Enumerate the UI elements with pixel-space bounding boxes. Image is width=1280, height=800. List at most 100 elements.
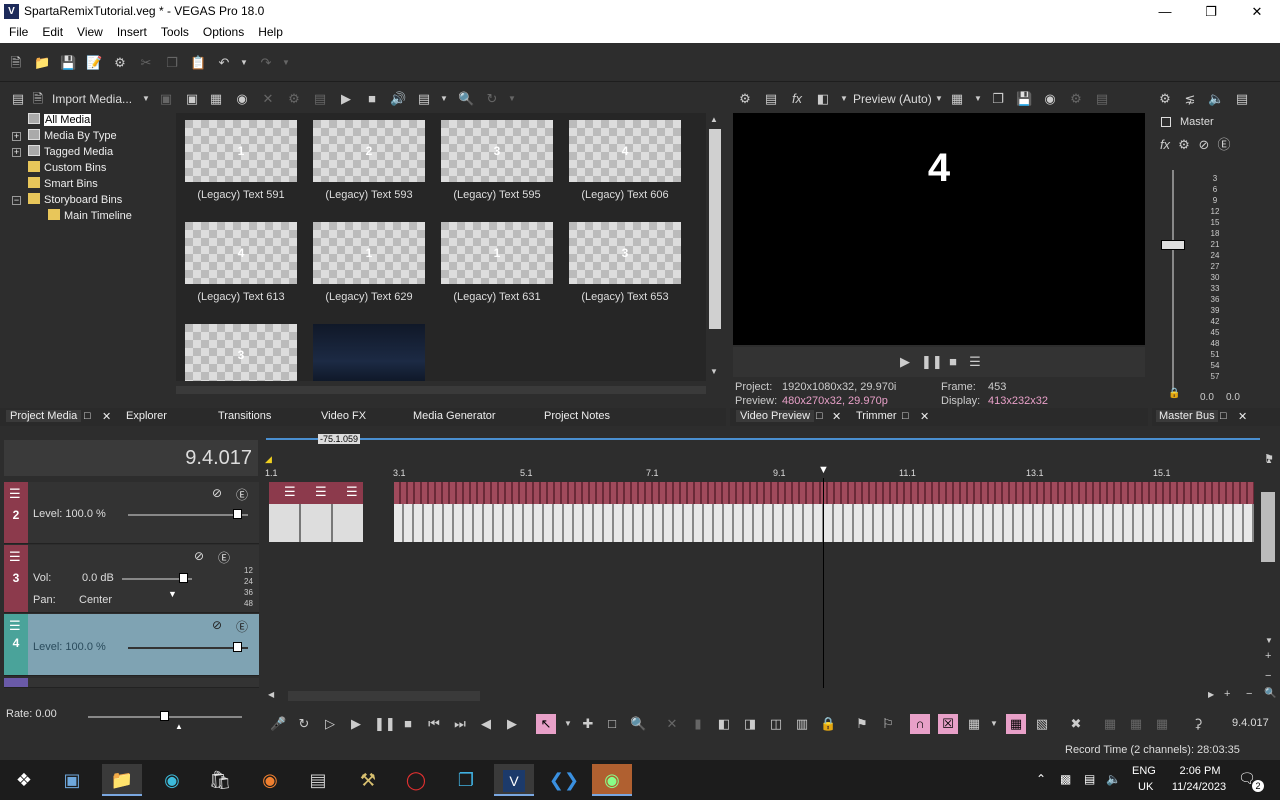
media-thumb[interactable]: 1 (185, 120, 297, 182)
media-thumb[interactable]: 1 (313, 222, 425, 284)
normal-edit-tool-icon[interactable]: ↖ (536, 714, 556, 734)
track-mute-icon[interactable]: ⊘ (212, 618, 222, 632)
search-media-icon[interactable]: 🔍 (458, 91, 474, 107)
close-button[interactable]: ✕ (1234, 0, 1280, 23)
preview-stop-icon[interactable]: ■ (945, 354, 961, 370)
preview-menu-icon[interactable]: ☰ (967, 354, 983, 370)
import-media-button[interactable]: Import Media... (52, 92, 132, 106)
v-scroll-thumb[interactable] (1261, 492, 1275, 562)
lock-icon[interactable]: 🔒 (1168, 388, 1180, 399)
clip-menu-icon[interactable]: ☰ (346, 484, 358, 500)
close-tab-icon[interactable]: ✕ (102, 410, 111, 423)
tree-item-media-by-type[interactable]: Media By Type (28, 128, 117, 144)
undo-icon[interactable]: ↶ (216, 55, 232, 71)
zoom-tool-icon[interactable]: 🔍 (1264, 688, 1276, 699)
open-folder-icon[interactable]: 📁 (34, 55, 50, 71)
zoom-in-horizontal-icon[interactable]: + (1224, 688, 1230, 700)
timeline-timecode[interactable]: 9.4.017 (4, 440, 258, 476)
track-level-knob[interactable] (233, 642, 242, 652)
get-media-web-icon[interactable]: ▦ (208, 91, 224, 107)
insert-marker-icon[interactable]: ⚑ (854, 716, 870, 732)
undo-dropdown-icon[interactable]: ▼ (236, 55, 252, 71)
overlays-grid-icon[interactable]: ▦ (949, 91, 965, 107)
tool-app-icon[interactable]: ⚒ (348, 764, 388, 796)
media-thumb[interactable]: 3 (185, 324, 297, 381)
media-horizontal-scrollbar[interactable] (176, 382, 706, 396)
redo-icon[interactable]: ↷ (258, 55, 274, 71)
scroll-thumb[interactable] (709, 129, 721, 329)
minimize-button[interactable]: — (1142, 0, 1188, 23)
snapping-icon[interactable]: ∩ (910, 714, 930, 734)
undock-icon[interactable]: □ (84, 410, 91, 422)
menu-help[interactable]: Help (251, 23, 290, 43)
views-icon[interactable]: ▤ (416, 91, 432, 107)
h-scroll-thumb[interactable] (176, 386, 706, 394)
refresh-icon[interactable]: ↻ (484, 91, 500, 107)
properties-gear-icon[interactable]: ⚙ (112, 55, 128, 71)
scroll-left-icon[interactable]: ◀ (268, 690, 274, 699)
track-header-2[interactable]: 2 ☰ ⊘ Ⓔ Level: 100.0 % (4, 482, 259, 544)
timeline-tracks-area[interactable]: ☰ ☰ ☰ (264, 478, 1260, 688)
record-icon[interactable]: ◉ (1042, 91, 1058, 107)
media-thumb[interactable]: 4 (185, 222, 297, 284)
track-level-slider[interactable] (128, 514, 248, 516)
windows-start-icon[interactable]: ❖ (4, 764, 44, 796)
loop-playback-icon[interactable]: ↻ (296, 716, 312, 732)
tree-item-custom-bins[interactable]: Custom Bins (28, 160, 106, 176)
dim-output-icon[interactable]: 🔈 (1208, 91, 1224, 107)
zoom-out-vertical-icon[interactable]: − (1265, 670, 1271, 682)
undock-icon[interactable]: □ (1220, 410, 1227, 422)
record-mic-icon[interactable]: 🎤 (270, 716, 286, 732)
track-menu-icon[interactable]: ☰ (9, 618, 21, 634)
timeline-vertical-scrollbar[interactable]: ⚑ ▲ ▼ + − (1260, 452, 1280, 692)
mute-icon[interactable]: ⊘ (1196, 137, 1212, 153)
zoom-out-horizontal-icon[interactable]: − (1246, 688, 1252, 700)
track-menu-icon[interactable]: ☰ (9, 486, 21, 502)
master-settings-gear-icon[interactable]: ⚙ (1157, 91, 1173, 107)
zoom-in-vertical-icon[interactable]: + (1265, 650, 1271, 662)
tab-project-media[interactable]: Project Media (6, 410, 82, 422)
scroll-down-icon[interactable]: ▼ (710, 367, 718, 376)
edge-browser-icon[interactable]: ◉ (152, 764, 192, 796)
copy-snapshot-icon[interactable]: ❐ (990, 91, 1006, 107)
clip-menu-icon[interactable]: ☰ (284, 484, 296, 500)
pan-knob-icon[interactable]: ▼ (168, 589, 177, 599)
media-properties-icon[interactable]: ⚙ (286, 91, 302, 107)
master-fx-icon[interactable]: fx (1157, 137, 1173, 153)
save-icon[interactable]: 💾 (60, 55, 76, 71)
lock-events-icon[interactable]: ▥ (794, 716, 810, 732)
stop-media-icon[interactable]: ■ (364, 91, 380, 107)
tab-project-notes[interactable]: Project Notes (544, 410, 610, 422)
edit-tool-dropdown-icon[interactable]: ▼ (560, 716, 576, 732)
undock-icon[interactable]: □ (816, 410, 823, 422)
cut-icon[interactable]: ✂ (138, 55, 154, 71)
vegas-taskbar-icon[interactable]: V (494, 764, 534, 796)
video-clip-strip[interactable] (394, 482, 1254, 504)
track-level-knob[interactable] (233, 509, 242, 519)
close-tab-icon[interactable]: ✕ (1238, 410, 1247, 423)
undock-icon[interactable]: □ (902, 410, 909, 422)
preview-extra2-icon[interactable]: ▤ (1094, 91, 1110, 107)
track-mute-icon[interactable]: ⊘ (194, 549, 204, 563)
master-fader-knob[interactable] (1161, 240, 1185, 250)
tray-chevron-icon[interactable]: ⌃ (1036, 772, 1046, 786)
rate-knob[interactable] (160, 711, 169, 721)
tab-media-generator[interactable]: Media Generator (413, 410, 496, 422)
restore-button[interactable]: ❐ (1188, 0, 1234, 23)
media-fx-icon[interactable]: ▤ (312, 91, 328, 107)
expand-tagged-media[interactable]: + (12, 148, 21, 157)
media-thumb[interactable]: 4 (569, 120, 681, 182)
preview-play-icon[interactable]: ▶ (897, 354, 913, 370)
tree-item-main-timeline[interactable]: Main Timeline (48, 208, 132, 224)
tree-item-all-media[interactable]: All Media (28, 112, 92, 128)
paste-icon[interactable]: 📋 (190, 55, 206, 71)
scroll-up-icon[interactable]: ▲ (1265, 456, 1273, 465)
go-to-start-icon[interactable]: ⏮ (426, 716, 442, 732)
tab-video-fx[interactable]: Video FX (321, 410, 366, 422)
envelope-tool-icon[interactable]: ✚ (580, 716, 596, 732)
import-media-icon[interactable]: 🗎 (30, 91, 46, 107)
next-frame-icon[interactable]: ▶ (504, 716, 520, 732)
solo-icon[interactable]: Ⓔ (1216, 137, 1232, 153)
zoom-edit-tool-icon[interactable]: 🔍 (630, 716, 646, 732)
media-thumb[interactable]: 2 (313, 120, 425, 182)
